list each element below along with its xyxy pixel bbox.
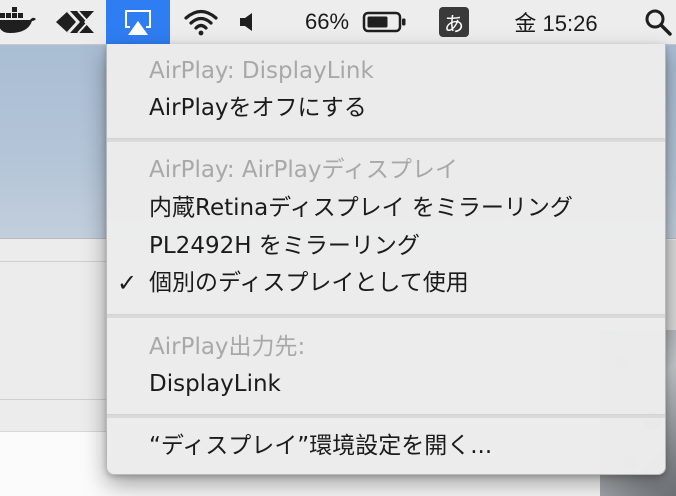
battery-percentage[interactable]: 66% (296, 0, 358, 44)
menu-item-displaylink[interactable]: DisplayLink (149, 366, 281, 402)
menu-item-open-display-preferences[interactable]: “ディスプレイ”環境設定を開く... (149, 428, 492, 464)
battery-percentage-text: 66% (304, 9, 350, 34)
menu-item-turn-off-airplay[interactable]: AirPlayをオフにする (149, 90, 367, 126)
input-method-menu[interactable]: あ (436, 0, 472, 44)
input-method-indicator: あ (439, 7, 469, 37)
menu-separator (107, 138, 665, 142)
feather-icon[interactable] (52, 0, 98, 44)
menu-separator (107, 414, 665, 418)
docker-icon[interactable] (0, 0, 40, 44)
menu-item-mirror-pl2492h[interactable]: PL2492H をミラーリング (149, 228, 420, 264)
menu-bar: 66% あ 金 15:26 (0, 0, 676, 45)
menu-header-airplay-display: AirPlay: AirPlayディスプレイ (149, 157, 458, 183)
menu-item-mirror-retina[interactable]: 内蔵Retinaディスプレイ をミラーリング (149, 190, 573, 226)
clock-text: 金 15:26 (514, 11, 598, 36)
volume-icon[interactable] (232, 0, 264, 44)
menu-separator (107, 314, 665, 318)
menu-header-airplay-displaylink: AirPlay: DisplayLink (149, 58, 374, 84)
airplay-menu-button[interactable] (106, 0, 170, 44)
menu-header-airplay-output: AirPlay出力先: (149, 334, 306, 360)
airplay-dropdown-menu: AirPlay: DisplayLink AirPlayをオフにする AirPl… (106, 44, 666, 475)
battery-icon[interactable] (360, 0, 410, 44)
airplay-icon (125, 10, 151, 35)
wifi-icon[interactable] (176, 0, 226, 44)
menu-item-separate-display[interactable]: 個別のディスプレイとして使用 (149, 265, 469, 301)
checkmark-icon: ✓ (117, 269, 138, 297)
clock[interactable]: 金 15:26 (494, 0, 618, 44)
spotlight-search-icon[interactable] (640, 0, 676, 44)
